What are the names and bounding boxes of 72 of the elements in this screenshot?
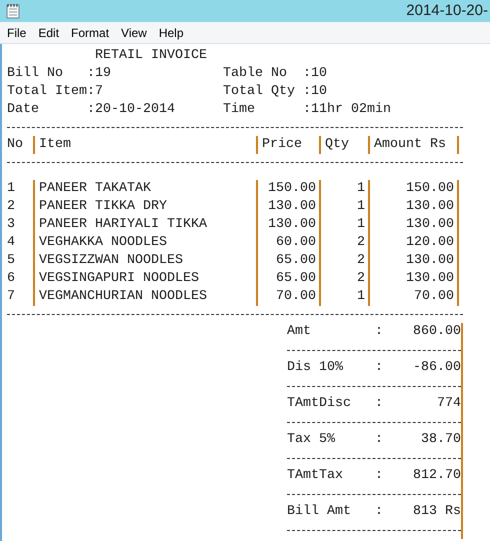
table-cell: 130.00 — [406, 198, 454, 216]
column-header: Price — [262, 136, 302, 154]
table-cell: 1 — [357, 216, 365, 234]
table-cell: VEGSINGAPURI NOODLES — [39, 270, 199, 288]
separator: : — [375, 503, 384, 521]
column-header: Item — [39, 136, 71, 154]
separator: : — [375, 323, 384, 341]
table-cell: 2 — [357, 270, 365, 288]
table-cell: 1 — [7, 180, 15, 198]
summary-value: 38.70 — [420, 431, 461, 449]
summary-label: Amt — [287, 323, 312, 341]
table-cell: 65.00 — [276, 270, 316, 288]
invoice-field: Time :11hr 02min — [223, 102, 391, 117]
table-cell: 1 — [357, 288, 365, 306]
invoice-field: Total Qty :10 — [223, 84, 327, 99]
column-header: Qty — [325, 136, 349, 154]
menu-item[interactable]: Help — [152, 24, 190, 42]
separator: : — [375, 467, 384, 485]
table-cell: 150.00 — [268, 180, 316, 198]
separator: : — [375, 395, 384, 413]
table-cell: 1 — [357, 180, 365, 198]
table-cell: 70.00 — [414, 288, 454, 306]
table-cell: 130.00 — [268, 216, 316, 234]
table-cell: 65.00 — [276, 252, 316, 270]
table-cell: 3 — [7, 216, 15, 234]
menu-item[interactable]: File — [1, 24, 32, 42]
table-cell: 2 — [357, 252, 365, 270]
table-cell: PANEER TAKATAK — [39, 180, 151, 198]
table-cell: PANEER TIKKA DRY — [39, 198, 167, 216]
table-cell: 120.00 — [406, 234, 454, 252]
menu-item[interactable]: Edit — [32, 24, 66, 42]
invoice-field: Bill No :19 — [7, 66, 111, 81]
invoice-field: Table No :10 — [223, 66, 327, 81]
table-cell: 4 — [7, 234, 15, 252]
table-cell: 2 — [7, 198, 15, 216]
column-header: No — [7, 136, 23, 154]
summary-label: Tax 5% — [287, 431, 336, 449]
summary-value: 812.70 — [412, 467, 461, 485]
table-cell: 130.00 — [268, 198, 316, 216]
table-cell: 7 — [7, 288, 15, 306]
table-cell: 5 — [7, 252, 15, 270]
summary-label: Dis 10% — [287, 359, 344, 377]
menu-item[interactable]: View — [115, 24, 153, 42]
table-cell: 2 — [357, 234, 365, 252]
table-cell: VEGMANCHURIAN NOODLES — [39, 288, 207, 306]
summary-value: 774 — [436, 395, 461, 413]
summary-label: Bill Amt — [287, 503, 352, 521]
notepad-icon — [6, 3, 20, 19]
column-header: Amount Rs — [374, 136, 446, 154]
table-cell: PANEER HARIYALI TIKKA — [39, 216, 207, 234]
separator: : — [375, 359, 384, 377]
table-cell: 130.00 — [406, 216, 454, 234]
table-cell: 70.00 — [276, 288, 316, 306]
summary-label: TAmtTax — [287, 467, 344, 485]
summary-label: TAmtDisc — [287, 395, 352, 413]
invoice-field: Total Item:7 — [7, 84, 103, 99]
window-title: 2014-10-20- — [406, 0, 489, 21]
table-cell: 6 — [7, 270, 15, 288]
table-cell: 60.00 — [276, 234, 316, 252]
menu-item[interactable]: Format — [65, 24, 116, 42]
summary-value: 860.00 — [412, 323, 461, 341]
table-cell: 1 — [357, 198, 365, 216]
table-cell: VEGHAKKA NOODLES — [39, 234, 167, 252]
table-cell: 130.00 — [406, 252, 454, 270]
separator: : — [375, 431, 384, 449]
summary-value: 813 Rs — [412, 503, 461, 521]
table-cell: 150.00 — [406, 180, 454, 198]
table-cell: 130.00 — [406, 270, 454, 288]
table-cell: VEGSIZZWAN NOODLES — [39, 252, 183, 270]
invoice-heading: RETAIL INVOICE — [95, 48, 207, 63]
invoice-field: Date :20-10-2014 — [7, 102, 175, 117]
summary-value: -86.00 — [412, 359, 461, 377]
